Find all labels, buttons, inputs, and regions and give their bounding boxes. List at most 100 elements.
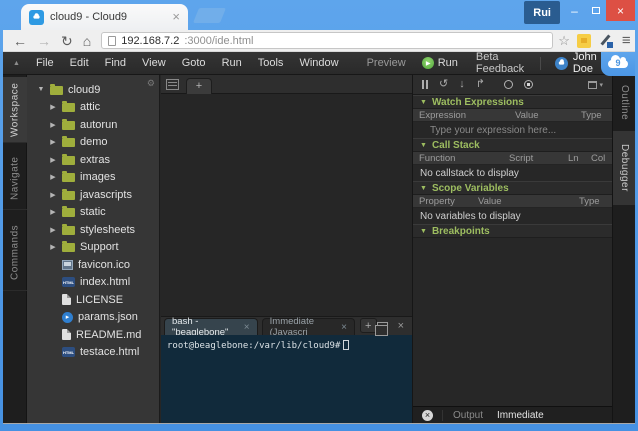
tree-file-index[interactable]: HTML index.html xyxy=(27,274,159,292)
menu-view[interactable]: View xyxy=(134,57,174,69)
section-call-stack[interactable]: ▼ Call Stack xyxy=(413,138,612,152)
editor-empty-area[interactable] xyxy=(161,94,412,316)
new-tab-button[interactable] xyxy=(193,8,226,23)
suspend-breakpoints-icon[interactable] xyxy=(504,80,513,89)
collapsed-arrow-icon[interactable]: ▶ xyxy=(49,173,57,181)
tree-settings-icon[interactable]: ⚙ xyxy=(147,78,155,89)
tree-file-params[interactable]: ▸ params.json xyxy=(27,309,159,327)
run-button[interactable]: ▶ Run xyxy=(414,57,466,69)
pause-icon[interactable] xyxy=(422,80,428,89)
reload-icon[interactable]: ↻ xyxy=(61,34,73,48)
collapsed-arrow-icon[interactable]: ▶ xyxy=(49,138,57,146)
tree-folder-javascripts[interactable]: ▶ javascripts xyxy=(27,186,159,204)
collapsed-arrow-icon[interactable]: ▶ xyxy=(49,243,57,251)
minimize-button[interactable]: – xyxy=(564,0,585,21)
menu-edit[interactable]: Edit xyxy=(62,57,97,69)
menu-file[interactable]: File xyxy=(28,57,62,69)
tree-folder-autorun[interactable]: ▶ autorun xyxy=(27,116,159,134)
sidebar-tab-commands[interactable]: Commands xyxy=(3,215,27,291)
tree-folder-attic[interactable]: ▶ attic xyxy=(27,99,159,117)
break-on-exceptions-icon[interactable] xyxy=(524,80,533,89)
cloud-icon: 9 xyxy=(608,60,628,68)
beta-feedback-link[interactable]: Beta Feedback xyxy=(466,52,534,75)
tree-folder-static[interactable]: ▶ static xyxy=(27,204,159,222)
section-breakpoints[interactable]: ▼ Breakpoints xyxy=(413,224,612,238)
bottom-tab-output[interactable]: Output xyxy=(453,410,483,421)
terminal[interactable]: root@beaglebone:/var/lib/cloud9# xyxy=(161,335,412,423)
extension-icon[interactable] xyxy=(577,34,591,48)
col-expression: Expression xyxy=(419,110,466,121)
tree-file-readme[interactable]: README.md xyxy=(27,326,159,344)
collapsed-arrow-icon[interactable]: ▶ xyxy=(49,208,57,216)
maximize-console-icon[interactable] xyxy=(377,322,388,331)
tree-folder-demo[interactable]: ▶ demo xyxy=(27,134,159,152)
new-editor-tab-button[interactable]: + xyxy=(186,78,212,94)
close-tab-icon[interactable]: × xyxy=(341,322,347,333)
bottom-tab-immediate[interactable]: Immediate xyxy=(497,410,544,421)
chrome-menu-icon[interactable]: ≡ xyxy=(622,32,631,49)
sidebar-tab-workspace[interactable]: Workspace xyxy=(3,77,27,143)
forward-icon[interactable]: → xyxy=(37,34,51,48)
close-window-button[interactable]: × xyxy=(606,0,635,21)
plain-file-icon xyxy=(62,294,71,305)
tree-root-cloud9[interactable]: ▼ cloud9 xyxy=(27,81,159,99)
tree-folder-extras[interactable]: ▶ extras xyxy=(27,151,159,169)
tree-file-testace[interactable]: HTML testace.html xyxy=(27,344,159,362)
html-file-icon: HTML xyxy=(62,277,75,287)
url-host: 192.168.7.2 xyxy=(121,35,179,47)
panel-tab-debugger[interactable]: Debugger xyxy=(613,131,635,205)
preview-button[interactable]: Preview xyxy=(359,57,414,69)
bookmark-star-icon[interactable]: ☆ xyxy=(558,33,570,49)
step-into-icon[interactable]: ↓ xyxy=(459,79,465,90)
panel-tab-outline[interactable]: Outline xyxy=(613,78,635,128)
section-watch-expressions[interactable]: ▼ Watch Expressions xyxy=(413,95,612,109)
cloud9-favicon-icon xyxy=(29,10,44,25)
collapsed-arrow-icon[interactable]: ▶ xyxy=(49,191,57,199)
tree-file-favicon[interactable]: favicon.ico xyxy=(27,256,159,274)
tab-list-icon[interactable] xyxy=(166,79,179,90)
collapsed-arrow-icon[interactable]: ▶ xyxy=(49,103,57,111)
tree-label: cloud9 xyxy=(68,84,100,96)
close-console-icon[interactable]: × xyxy=(398,320,404,332)
maximize-button[interactable] xyxy=(585,0,606,21)
panel-menu-icon[interactable]: ▾ xyxy=(588,81,603,89)
profile-button[interactable]: Rui xyxy=(524,1,560,24)
section-scope-variables[interactable]: ▼ Scope Variables xyxy=(413,181,612,195)
cloud9-ide: ▲ File Edit Find View Goto Run Tools Win… xyxy=(3,52,635,423)
tree-folder-support[interactable]: ▶ Support xyxy=(27,239,159,257)
menu-goto[interactable]: Goto xyxy=(174,57,214,69)
user-menu[interactable]: John Doe xyxy=(547,52,605,75)
watch-expression-input[interactable]: Type your expression here... xyxy=(413,122,612,138)
step-out-icon[interactable]: ↱ xyxy=(476,79,485,90)
section-title: Call Stack xyxy=(432,140,480,151)
close-tab-icon[interactable]: × xyxy=(244,322,250,333)
tree-file-license[interactable]: LICENSE xyxy=(27,291,159,309)
address-bar[interactable]: 192.168.7.2 :3000/ide.html xyxy=(101,32,553,49)
menubar-separator xyxy=(540,57,541,70)
eyedropper-extension-icon[interactable] xyxy=(599,34,613,48)
run-play-icon: ▶ xyxy=(422,57,434,69)
console-tab-immediate[interactable]: Immediate (Javascri × xyxy=(262,318,355,335)
home-icon[interactable]: ⌂ xyxy=(83,34,91,48)
console-tab-bash[interactable]: bash - "beaglebone" × xyxy=(164,318,258,335)
tree-folder-images[interactable]: ▶ images xyxy=(27,169,159,187)
collapse-menubar-icon[interactable]: ▲ xyxy=(13,60,20,67)
user-name: John Doe xyxy=(573,52,597,75)
tab-close-icon[interactable]: × xyxy=(172,12,180,22)
tree-folder-stylesheets[interactable]: ▶ stylesheets xyxy=(27,221,159,239)
browser-tab[interactable]: cloud9 - Cloud9 × xyxy=(21,4,188,30)
menu-find[interactable]: Find xyxy=(97,57,134,69)
collapsed-arrow-icon[interactable]: ▶ xyxy=(49,156,57,164)
menu-run[interactable]: Run xyxy=(214,57,250,69)
resume-icon[interactable]: ↺ xyxy=(439,79,448,90)
menu-window[interactable]: Window xyxy=(291,57,346,69)
collapsed-arrow-icon[interactable]: ▶ xyxy=(49,121,57,129)
left-tab-strip: Workspace Navigate Commands xyxy=(3,75,27,423)
back-icon[interactable]: ← xyxy=(13,34,27,48)
clear-output-icon[interactable]: × xyxy=(422,410,433,421)
expanded-arrow-icon[interactable]: ▼ xyxy=(37,86,45,93)
window-frame-line xyxy=(3,423,635,424)
menu-tools[interactable]: Tools xyxy=(250,57,292,69)
sidebar-tab-navigate[interactable]: Navigate xyxy=(3,148,27,210)
collapsed-arrow-icon[interactable]: ▶ xyxy=(49,226,57,234)
